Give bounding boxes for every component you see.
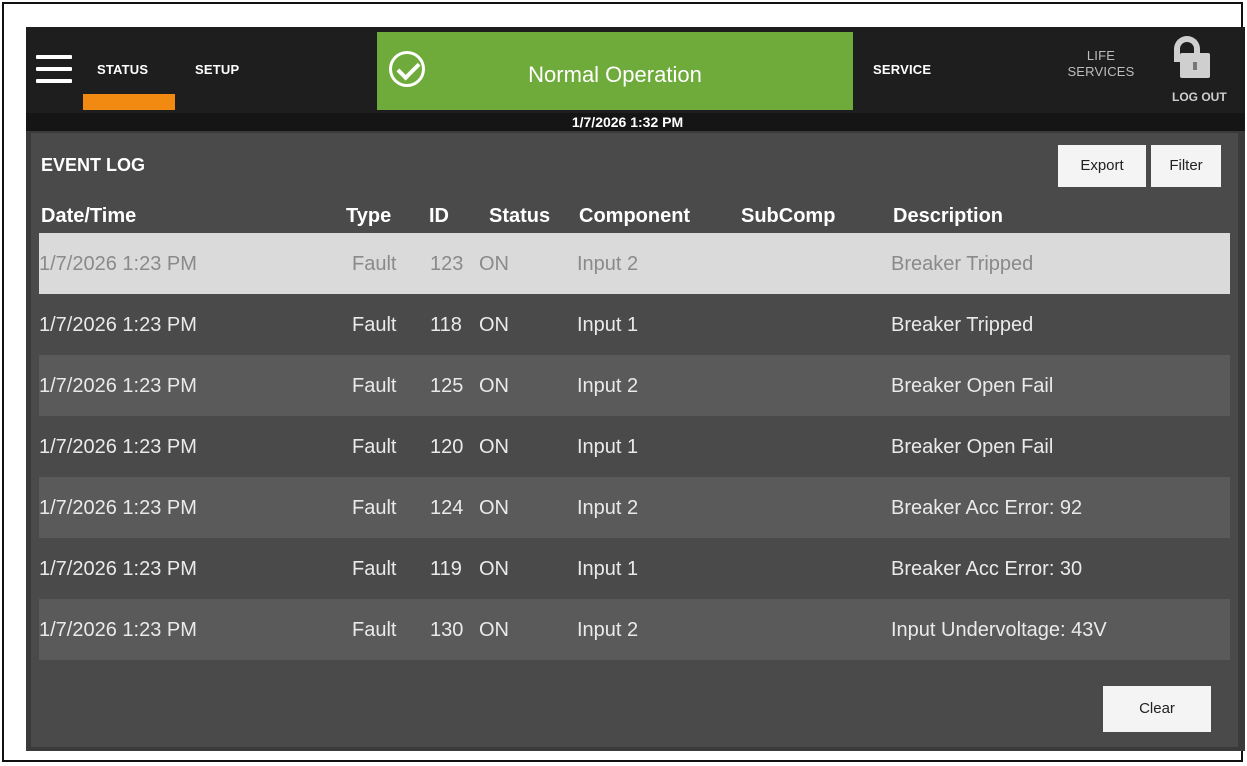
cell-description: Breaker Acc Error: 30 <box>891 558 1083 580</box>
col-header-status[interactable]: Status <box>489 205 550 228</box>
cell-component: Input 1 <box>577 314 639 336</box>
cell-id: 130 <box>430 619 464 641</box>
cell-status: ON <box>479 436 509 458</box>
nav-service[interactable]: SERVICE <box>873 62 931 77</box>
cell-description: Input Undervoltage: 43V <box>891 619 1107 641</box>
status-banner-text: Normal Operation <box>528 62 702 87</box>
cell-id: 119 <box>430 558 462 580</box>
cell-status: ON <box>479 253 509 275</box>
cell-description: Breaker Tripped <box>891 253 1034 275</box>
cell-component: Input 2 <box>577 497 639 519</box>
screenshot-frame: STATUS SETUP Normal Operation SERVICE LI… <box>2 2 1245 762</box>
menu-icon[interactable] <box>36 55 72 83</box>
cell-description: Breaker Tripped <box>891 314 1034 336</box>
table-row[interactable]: 1/7/2026 1:23 PM Fault 123 ON Input 2 Br… <box>39 233 1230 294</box>
logout-button[interactable]: LOG OUT <box>1172 90 1242 104</box>
active-tab-indicator <box>83 94 175 110</box>
cell-status: ON <box>479 375 509 397</box>
top-bar: STATUS SETUP Normal Operation SERVICE LI… <box>26 27 1245 113</box>
cell-component: Input 2 <box>577 253 639 275</box>
cell-datetime: 1/7/2026 1:23 PM <box>39 558 197 580</box>
cell-status: ON <box>479 558 509 580</box>
nav-life-services-line2: SERVICES <box>1067 64 1135 79</box>
col-header-description[interactable]: Description <box>893 205 1003 228</box>
cell-type: Fault <box>352 314 397 336</box>
status-banner: Normal Operation <box>377 32 853 110</box>
col-header-component[interactable]: Component <box>579 205 690 228</box>
cell-type: Fault <box>352 619 397 641</box>
cell-id: 125 <box>430 375 464 397</box>
table-row[interactable]: 1/7/2026 1:23 PM Fault 130 ON Input 2 In… <box>39 599 1230 660</box>
col-header-subcomp[interactable]: SubComp <box>741 205 835 228</box>
cell-component: Input 1 <box>577 558 639 580</box>
event-table-body[interactable]: 1/7/2026 1:23 PM Fault 123 ON Input 2 Br… <box>39 233 1230 665</box>
clear-button[interactable]: Clear <box>1103 686 1211 732</box>
cell-datetime: 1/7/2026 1:23 PM <box>39 619 197 641</box>
table-row[interactable]: 1/7/2026 1:23 PM Fault 118 ON Input 1 Br… <box>39 294 1230 355</box>
event-log-panel: EVENT LOG Export Filter Date/Time Type I… <box>31 133 1238 747</box>
cell-type: Fault <box>352 436 397 458</box>
table-row[interactable]: 1/7/2026 1:23 PM Fault 124 ON Input 2 Br… <box>39 477 1230 538</box>
nav-setup[interactable]: SETUP <box>195 62 239 77</box>
cell-type: Fault <box>352 375 397 397</box>
unlocked-padlock-icon[interactable] <box>1172 36 1212 78</box>
cell-type: Fault <box>352 497 397 519</box>
cell-description: Breaker Open Fail <box>891 436 1054 458</box>
col-header-id[interactable]: ID <box>429 205 449 228</box>
cell-id: 124 <box>430 497 464 519</box>
cell-component: Input 2 <box>577 619 639 641</box>
nav-life-services[interactable]: LIFE SERVICES <box>1062 48 1140 80</box>
cell-type: Fault <box>352 558 397 580</box>
cell-description: Breaker Open Fail <box>891 375 1054 397</box>
hmi-screen: STATUS SETUP Normal Operation SERVICE LI… <box>26 27 1245 751</box>
cell-status: ON <box>479 497 509 519</box>
table-row[interactable]: 1/7/2026 1:23 PM Fault 125 ON Input 2 Br… <box>39 355 1230 416</box>
table-row[interactable]: 1/7/2026 1:23 PM Fault 119 ON Input 1 Br… <box>39 538 1230 599</box>
cell-datetime: 1/7/2026 1:23 PM <box>39 375 197 397</box>
cell-datetime: 1/7/2026 1:23 PM <box>39 314 197 336</box>
cell-id: 120 <box>430 436 464 458</box>
filter-button[interactable]: Filter <box>1151 145 1221 187</box>
cell-status: ON <box>479 314 509 336</box>
cell-component: Input 2 <box>577 375 639 397</box>
cell-status: ON <box>479 619 509 641</box>
cell-component: Input 1 <box>577 436 639 458</box>
cell-id: 123 <box>430 253 464 275</box>
current-datetime: 1/7/2026 1:32 PM <box>571 114 684 130</box>
datetime-bar: 1/7/2026 1:32 PM <box>26 113 1245 131</box>
nav-status[interactable]: STATUS <box>97 62 148 77</box>
cell-id: 118 <box>430 314 462 336</box>
cell-datetime: 1/7/2026 1:23 PM <box>39 436 197 458</box>
col-header-type[interactable]: Type <box>346 205 391 228</box>
nav-life-services-line1: LIFE <box>1086 48 1116 63</box>
col-header-datetime[interactable]: Date/Time <box>41 205 136 228</box>
cell-description: Breaker Acc Error: 92 <box>891 497 1083 519</box>
event-log-title: EVENT LOG <box>41 155 146 175</box>
export-button[interactable]: Export <box>1058 145 1146 187</box>
cell-datetime: 1/7/2026 1:23 PM <box>39 253 197 275</box>
cell-type: Fault <box>352 253 397 275</box>
cell-datetime: 1/7/2026 1:23 PM <box>39 497 197 519</box>
table-row[interactable]: 1/7/2026 1:23 PM Fault 120 ON Input 1 Br… <box>39 416 1230 477</box>
